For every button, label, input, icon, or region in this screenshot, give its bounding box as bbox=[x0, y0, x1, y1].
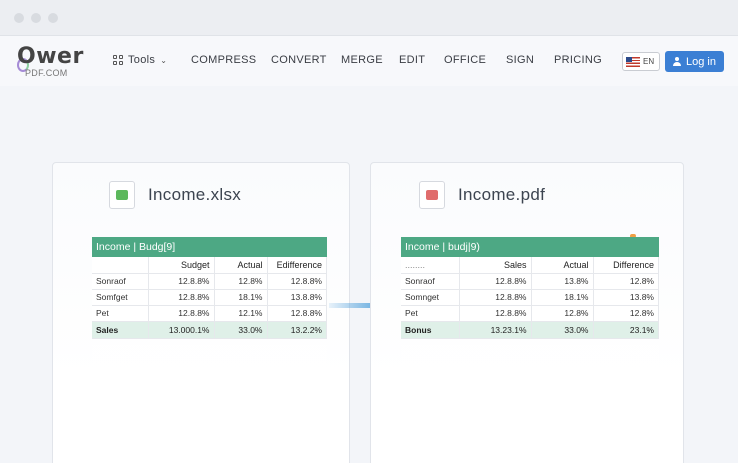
source-header-cell bbox=[92, 257, 149, 274]
table-cell: 12.8.8% bbox=[148, 273, 215, 290]
table-row: Somnget 12.8.8% 18.1% 13.8% bbox=[401, 289, 659, 306]
table-cell: 12.8.8% bbox=[459, 273, 532, 290]
table-cell: 33.0% bbox=[214, 321, 268, 339]
window-close-dot[interactable] bbox=[14, 13, 24, 23]
row-label: Sonraof bbox=[401, 273, 460, 290]
language-code: EN bbox=[643, 57, 655, 66]
chevron-down-icon: ⌄ bbox=[160, 55, 168, 65]
tools-dropdown[interactable]: Tools ⌄ bbox=[113, 54, 167, 66]
table-row: Pet 12.8.8% 12.8% 12.8% bbox=[401, 305, 659, 322]
table-cell: 12.8.8% bbox=[148, 289, 215, 306]
table-cell: 13.8% bbox=[531, 273, 594, 290]
table-cell: 12.8.8% bbox=[459, 305, 532, 322]
table-fade bbox=[401, 345, 659, 415]
output-table-title: Income | budj|9) bbox=[401, 237, 659, 257]
table-cell: 12.8.8% bbox=[148, 305, 215, 322]
total-row: Bonus 13.23.1% 33.0% 23.1% bbox=[401, 321, 659, 339]
table-cell: 13.8% bbox=[593, 289, 659, 306]
language-selector[interactable]: EN bbox=[622, 52, 660, 71]
table-cell: 23.1% bbox=[593, 321, 659, 339]
spreadsheet-file-icon bbox=[109, 181, 135, 209]
nav-office[interactable]: OFFICE bbox=[444, 54, 486, 66]
source-spreadsheet-table: Income | Budg[9] Sudget Actual Edifferen… bbox=[92, 237, 327, 339]
table-cell: 12.8% bbox=[593, 273, 659, 290]
table-cell: 13.2.2% bbox=[267, 321, 327, 339]
output-header-row: ........ Sales Actual Difference bbox=[401, 257, 659, 274]
table-row: Pet 12.8.8% 12.1% 12.8.8% bbox=[92, 305, 327, 322]
output-header-cell: Difference bbox=[593, 257, 659, 274]
table-cell: 12.8% bbox=[593, 305, 659, 322]
us-flag-icon bbox=[626, 56, 640, 67]
table-fade bbox=[92, 345, 327, 415]
row-label: Somnget bbox=[401, 289, 460, 306]
output-header-cell: Sales bbox=[459, 257, 532, 274]
total-row: Sales 13.000.1% 33.0% 13.2.2% bbox=[92, 321, 327, 339]
nav-convert[interactable]: CONVERT bbox=[271, 54, 327, 66]
logo[interactable]: Ower PDF.COM bbox=[17, 44, 87, 80]
source-header-cell: Actual bbox=[214, 257, 268, 274]
table-cell: 12.8.8% bbox=[267, 305, 327, 322]
top-navigation: Ower PDF.COM Tools ⌄ COMPRESS CONVERT ME… bbox=[0, 36, 738, 86]
nav-compress[interactable]: COMPRESS bbox=[191, 54, 256, 66]
grid-icon bbox=[113, 55, 123, 65]
window-minimize-dot[interactable] bbox=[31, 13, 41, 23]
nav-sign[interactable]: SIGN bbox=[506, 54, 534, 66]
nav-edit[interactable]: EDIT bbox=[399, 54, 425, 66]
source-header-cell: Sudget bbox=[148, 257, 215, 274]
output-header-cell: ........ bbox=[401, 257, 460, 274]
table-cell: 12.8.8% bbox=[267, 273, 327, 290]
table-row: Sonraof 12.8.8% 13.8% 12.8% bbox=[401, 273, 659, 290]
output-pdf-table: Income | budj|9) ........ Sales Actual D… bbox=[401, 237, 659, 339]
source-file-header: Income.xlsx bbox=[109, 181, 241, 209]
window-titlebar bbox=[0, 0, 738, 36]
source-header-cell: Edifference bbox=[267, 257, 327, 274]
table-cell: 13.23.1% bbox=[459, 321, 532, 339]
row-label: Sales bbox=[92, 321, 149, 339]
table-cell: 12.8% bbox=[214, 273, 268, 290]
tools-label: Tools bbox=[128, 54, 156, 66]
table-cell: 12.8% bbox=[531, 305, 594, 322]
row-label: Bonus bbox=[401, 321, 460, 339]
table-row: Sonraof 12.8.8% 12.8% 12.8.8% bbox=[92, 273, 327, 290]
pdf-file-icon bbox=[419, 181, 445, 209]
output-file-header: Income.pdf bbox=[419, 181, 545, 209]
row-label: Sonraof bbox=[92, 273, 149, 290]
output-header-cell: Actual bbox=[531, 257, 594, 274]
source-header-row: Sudget Actual Edifference bbox=[92, 257, 327, 274]
nav-pricing[interactable]: PRICING bbox=[554, 54, 602, 66]
output-file-name: Income.pdf bbox=[458, 185, 546, 204]
logo-wordmark: Ower bbox=[17, 44, 84, 69]
table-cell: 33.0% bbox=[531, 321, 594, 339]
table-cell: 18.1% bbox=[531, 289, 594, 306]
user-icon bbox=[673, 57, 681, 66]
source-file-name: Income.xlsx bbox=[148, 185, 242, 204]
row-label: Pet bbox=[92, 305, 149, 322]
table-cell: 13.000.1% bbox=[148, 321, 215, 339]
window-maximize-dot[interactable] bbox=[48, 13, 58, 23]
row-label: Somfget bbox=[92, 289, 149, 306]
row-label: Pet bbox=[401, 305, 460, 322]
table-cell: 12.8.8% bbox=[459, 289, 532, 306]
table-row: Somfget 12.8.8% 18.1% 13.8.8% bbox=[92, 289, 327, 306]
login-button[interactable]: Log in bbox=[665, 51, 724, 72]
table-cell: 12.1% bbox=[214, 305, 268, 322]
logo-domain: PDF.COM bbox=[25, 68, 68, 78]
table-cell: 13.8.8% bbox=[267, 289, 327, 306]
table-cell: 18.1% bbox=[214, 289, 268, 306]
login-label: Log in bbox=[686, 55, 716, 68]
source-table-title: Income | Budg[9] bbox=[92, 237, 327, 257]
nav-merge[interactable]: MERGE bbox=[341, 54, 383, 66]
